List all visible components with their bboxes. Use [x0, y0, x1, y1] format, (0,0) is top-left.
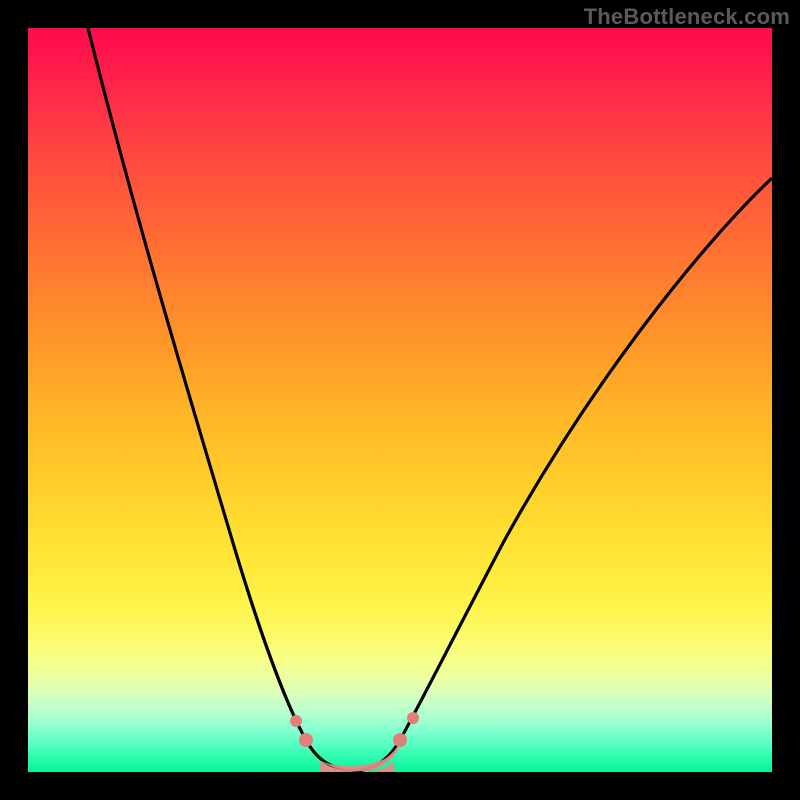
- minimum-overlay: [298, 726, 406, 771]
- overlay-dot: [299, 733, 313, 747]
- right-curve: [353, 178, 772, 772]
- plot-area: [28, 28, 772, 772]
- overlay-dot: [393, 733, 407, 747]
- curve-overlay: [28, 28, 772, 772]
- overlay-dot: [290, 715, 302, 727]
- watermark-text: TheBottleneck.com: [584, 4, 790, 30]
- overlay-dot: [407, 712, 419, 724]
- chart-frame: TheBottleneck.com: [0, 0, 800, 800]
- left-curve: [88, 28, 353, 772]
